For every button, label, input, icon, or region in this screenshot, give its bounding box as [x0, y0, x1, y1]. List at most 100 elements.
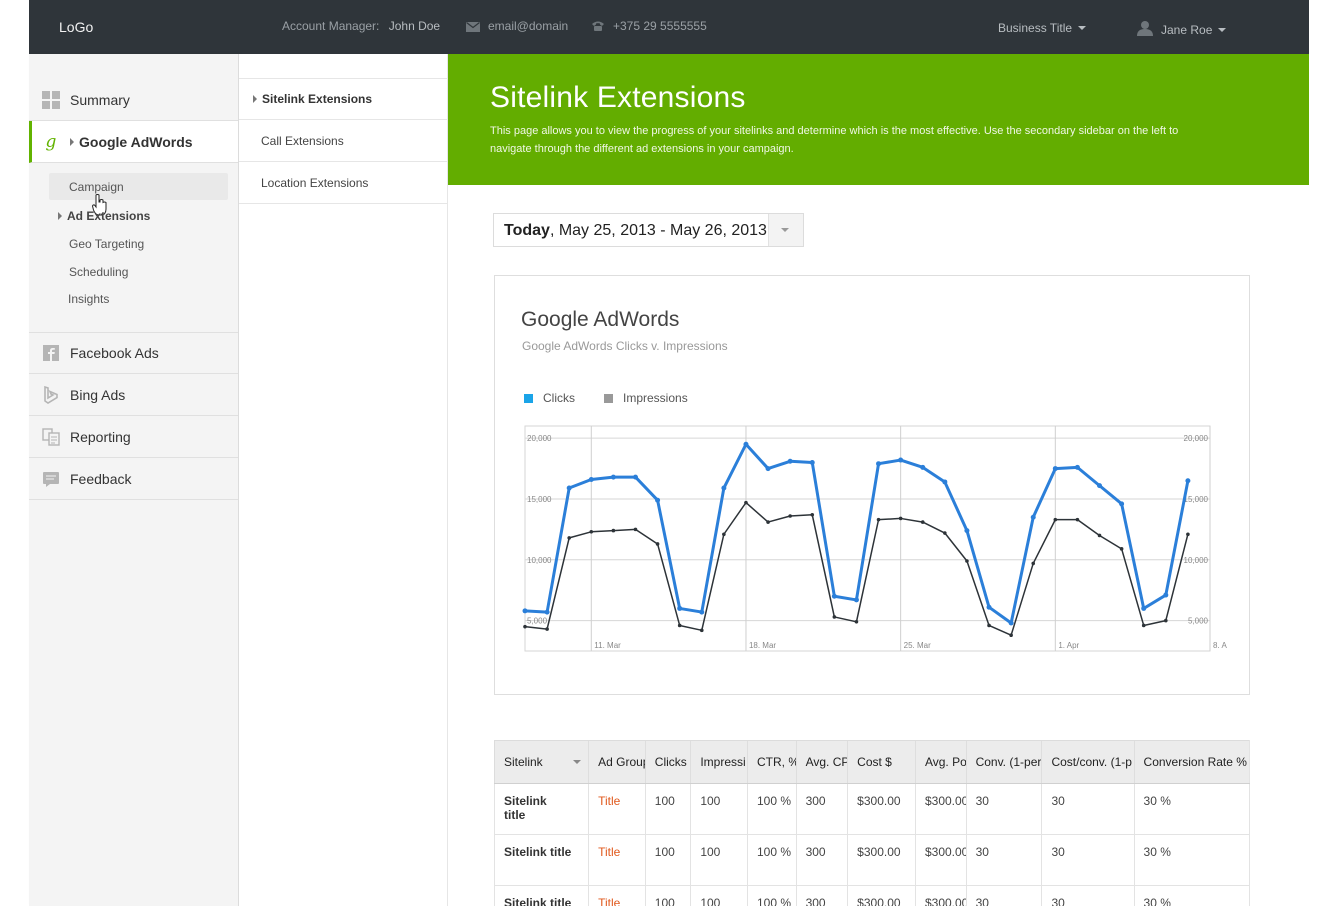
- email-contact[interactable]: email@domain: [466, 19, 568, 33]
- table-cell: 30: [1041, 834, 1135, 886]
- email-text: email@domain: [488, 19, 569, 33]
- data-point-clicks: [942, 479, 948, 485]
- date-range-text: Today, May 25, 2013 - May 26, 2013: [504, 222, 767, 240]
- subnav-item-insights[interactable]: Insights: [68, 292, 109, 306]
- data-point-impressions: [965, 559, 969, 563]
- sidebar-item-facebook-ads[interactable]: Facebook Ads: [29, 332, 238, 374]
- secondary-item-label: Call Extensions: [261, 133, 344, 148]
- y-tick-label-left: 10,000: [527, 556, 552, 565]
- column-header-label: Avg. CP: [805, 755, 848, 769]
- account-manager: Account Manager: John Doe: [282, 19, 440, 33]
- phone-contact[interactable]: +375 29 5555555: [591, 19, 707, 33]
- data-point-impressions: [677, 623, 682, 628]
- business-dropdown[interactable]: Business Title: [998, 21, 1087, 35]
- bing-icon: [44, 385, 58, 404]
- column-header-label: Avg. Po: [924, 755, 967, 769]
- table-cell: 100: [644, 834, 691, 886]
- data-point-impressions: [1119, 547, 1124, 551]
- data-point-clicks: [1119, 501, 1125, 507]
- date-range-dropdown-button[interactable]: [768, 214, 803, 246]
- phone-icon: [592, 21, 604, 31]
- column-header[interactable]: Conv. (1-per: [965, 740, 1042, 784]
- x-tick-label: 8. A: [1213, 641, 1227, 650]
- data-point-clicks: [610, 474, 616, 480]
- table-row[interactable]: Sitelink title Title 100 100 100 % 300 $300.00…: [493, 783, 1251, 835]
- secondary-item-sitelink-extensions[interactable]: Sitelink Extensions: [239, 78, 447, 120]
- logo[interactable]: LoGo: [59, 19, 93, 35]
- column-header[interactable]: Avg. CP: [795, 740, 848, 784]
- table-cell: 30: [965, 783, 1042, 835]
- data-point-clicks: [1163, 592, 1169, 598]
- data-point-impressions: [1164, 618, 1168, 623]
- data-point-impressions: [1186, 532, 1190, 537]
- table-cell: 30: [965, 885, 1042, 906]
- sitelink-table: Sitelink Ad Group Clicks Impressi CTR, % Avg.…: [493, 740, 1251, 906]
- data-point-impressions: [699, 628, 704, 633]
- data-point-impressions: [832, 615, 837, 619]
- column-header[interactable]: Conversion Rate %: [1133, 740, 1251, 784]
- column-header[interactable]: Cost $: [847, 740, 916, 784]
- table-cell: $300.00: [847, 834, 916, 886]
- sidebar-item-reporting[interactable]: Reporting: [29, 416, 238, 458]
- sidebar-item-label: Feedback: [70, 470, 132, 487]
- sidebar-item-label: Facebook Ads: [70, 345, 159, 361]
- ad-group-link[interactable]: Title: [588, 885, 646, 906]
- sort-caret-icon[interactable]: [572, 760, 581, 764]
- column-header-label: Cost/conv. (1-p: [1051, 755, 1132, 769]
- column-header[interactable]: Ad Group: [588, 740, 646, 784]
- data-point-impressions: [744, 500, 748, 505]
- subnav-item-scheduling[interactable]: Scheduling: [69, 265, 128, 279]
- data-point-impressions: [1009, 633, 1013, 637]
- sidebar-item-bing-ads[interactable]: Bing Ads: [29, 374, 238, 416]
- subnav-item-ad-extensions[interactable]: Ad Extensions: [58, 209, 150, 223]
- feedback-icon: [43, 471, 59, 487]
- column-header[interactable]: Clicks: [644, 740, 691, 784]
- business-label: Business Title: [998, 21, 1073, 35]
- secondary-item-label: Location Extensions: [261, 175, 369, 190]
- data-point-clicks: [765, 466, 771, 472]
- data-point-clicks: [699, 609, 705, 615]
- ad-group-link[interactable]: Title: [588, 834, 646, 886]
- sidebar-item-feedback[interactable]: Feedback: [29, 458, 238, 500]
- y-tick-label-right: 10,000: [1184, 556, 1209, 565]
- data-point-clicks: [809, 459, 815, 465]
- table-row[interactable]: Sitelink title Title 100 100 100 % 300 $300.00…: [493, 834, 1251, 886]
- user-menu[interactable]: Jane Roe: [1137, 20, 1227, 37]
- subnav-item-campaign[interactable]: Campaign: [69, 180, 124, 194]
- table-row[interactable]: Sitelink title Title 100 100 100 % 300 $300.00…: [493, 885, 1251, 906]
- google-icon: g: [45, 131, 57, 152]
- data-point-impressions: [655, 542, 660, 546]
- ad-group-link[interactable]: Title: [588, 783, 646, 835]
- account-manager-name[interactable]: John Doe: [389, 19, 440, 33]
- table-header-row: Sitelink Ad Group Clicks Impressi CTR, % Avg.…: [493, 740, 1251, 784]
- data-point-clicks: [588, 477, 594, 483]
- sidebar-item-google-adwords[interactable]: g Google AdWords: [29, 121, 238, 163]
- subnav-item-geo-targeting[interactable]: Geo Targeting: [69, 237, 144, 251]
- data-point-impressions: [1053, 517, 1058, 522]
- y-tick-label-left: 20,000: [527, 434, 552, 443]
- table-cell: $300.00: [847, 783, 916, 835]
- column-header[interactable]: Avg. Po: [914, 740, 967, 784]
- sidebar-item-summary[interactable]: Summary: [29, 79, 238, 121]
- column-header[interactable]: Cost/conv. (1-p: [1041, 740, 1135, 784]
- column-header[interactable]: Impressi: [690, 740, 748, 784]
- date-range-picker[interactable]: Today, May 25, 2013 - May 26, 2013: [493, 213, 804, 247]
- data-point-clicks: [544, 609, 550, 615]
- secondary-item-location-extensions[interactable]: Location Extensions: [239, 162, 447, 204]
- column-header[interactable]: CTR, %: [746, 740, 797, 784]
- secondary-item-call-extensions[interactable]: Call Extensions: [239, 120, 447, 162]
- user-name: Jane Roe: [1161, 23, 1213, 37]
- column-header[interactable]: Sitelink: [493, 740, 589, 784]
- envelope-icon: [466, 22, 480, 32]
- column-header-label: Conv. (1-per: [975, 755, 1042, 769]
- data-point-impressions: [766, 520, 770, 524]
- table-cell: $300.00: [847, 885, 916, 906]
- table-cell: 100 %: [746, 834, 797, 886]
- table-cell: $300.00: [914, 885, 967, 906]
- column-header-label: Ad Group: [598, 755, 646, 769]
- data-point-clicks: [1097, 483, 1103, 489]
- data-point-clicks: [1008, 620, 1014, 626]
- user-icon: [1137, 21, 1153, 36]
- table-cell: 100 %: [746, 885, 797, 906]
- column-header-label: Clicks: [654, 755, 687, 769]
